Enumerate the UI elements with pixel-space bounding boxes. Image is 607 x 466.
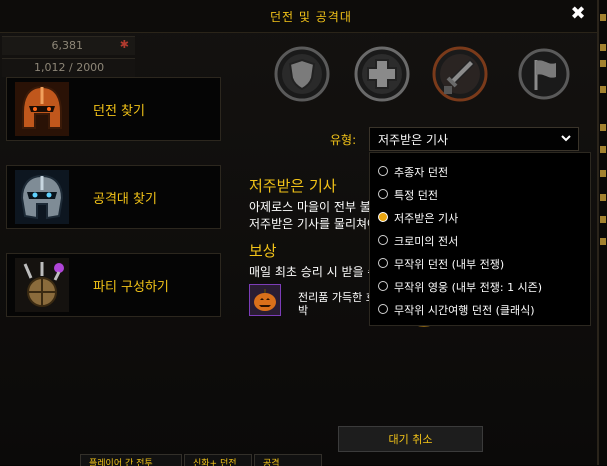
dropdown-option-label: 특정 던전 bbox=[394, 189, 438, 202]
dropdown-option[interactable]: 추종자 던전 bbox=[378, 162, 583, 182]
right-edge-panel bbox=[599, 0, 607, 465]
title-bar: 던전 및 공격대 ✖ bbox=[0, 0, 597, 33]
tab-pvp[interactable]: 플레이어 간 전투 bbox=[80, 454, 182, 466]
type-label: 유형: bbox=[330, 133, 357, 147]
dropdown-option[interactable]: 무작위 던전 (내부 전쟁) bbox=[378, 254, 583, 274]
dropdown-option[interactable]: 특정 던전 bbox=[378, 185, 583, 205]
healer-cross-icon[interactable] bbox=[354, 46, 410, 102]
currency-value: 6,381 bbox=[51, 39, 84, 52]
tab-mythic-plus[interactable]: 신화+ 던전 bbox=[184, 454, 252, 466]
dropdown-option[interactable]: 무작위 시간여행 던전 (클래식) bbox=[378, 300, 583, 320]
role-selector bbox=[272, 38, 572, 114]
dropdown-option[interactable]: 크로미의 전서 bbox=[378, 231, 583, 251]
radio-icon bbox=[378, 304, 388, 314]
leave-queue-button[interactable]: 대기 취소 bbox=[338, 426, 483, 452]
radio-icon bbox=[378, 189, 388, 199]
currency-bar: 6,381 ✱ bbox=[2, 36, 135, 55]
lfg-window: 던전 및 공격대 ✖ 6,381 ✱ 1,012 / 2000 던전 찾기 공격… bbox=[0, 0, 599, 466]
sidebar-item-label: 파티 구성하기 bbox=[93, 280, 169, 295]
window-title: 던전 및 공격대 bbox=[270, 10, 352, 24]
tank-shield-icon[interactable] bbox=[274, 46, 330, 102]
dropdown-option-label: 무작위 던전 (내부 전쟁) bbox=[394, 258, 505, 271]
sidebar-item-raid-finder[interactable]: 공격대 찾기 bbox=[6, 165, 221, 229]
dropdown-option-label: 무작위 영웅 (내부 전쟁: 1 시즌) bbox=[394, 281, 543, 294]
type-dropdown-menu: 추종자 던전 특정 던전 저주받은 기사 크로미의 전서 무작위 던전 (내부 … bbox=[369, 152, 591, 326]
dropdown-option-label: 크로미의 전서 bbox=[394, 235, 459, 248]
party-group-icon bbox=[15, 258, 69, 312]
sidebar-item-label: 던전 찾기 bbox=[93, 104, 145, 119]
radio-icon bbox=[378, 258, 388, 268]
damage-sword-icon[interactable] bbox=[432, 46, 488, 102]
type-dropdown-value: 저주받은 기사 bbox=[378, 133, 449, 147]
dropdown-option[interactable]: 무작위 영웅 (내부 전쟁: 1 시즌) bbox=[378, 277, 583, 297]
sidebar-item-premade-groups[interactable]: 파티 구성하기 bbox=[6, 253, 221, 317]
radio-selected-icon bbox=[378, 212, 388, 222]
leave-queue-label: 대기 취소 bbox=[388, 433, 433, 446]
radio-icon bbox=[378, 281, 388, 291]
radio-icon bbox=[378, 235, 388, 245]
sidebar-item-label: 공격대 찾기 bbox=[93, 192, 157, 207]
radio-icon bbox=[378, 166, 388, 176]
progress-value: 1,012 / 2000 bbox=[34, 61, 105, 74]
dropdown-option-label: 무작위 시간여행 던전 (클래식) bbox=[394, 304, 535, 317]
dropdown-option-label: 추종자 던전 bbox=[394, 166, 449, 179]
close-button[interactable]: ✖ bbox=[568, 4, 588, 24]
dungeon-title: 저주받은 기사 bbox=[249, 177, 337, 195]
dropdown-option-selected[interactable]: 저주받은 기사 bbox=[378, 208, 583, 228]
pumpkin-icon[interactable] bbox=[249, 284, 281, 316]
progress-bar: 1,012 / 2000 bbox=[2, 58, 135, 77]
tab-raid[interactable]: 공격 bbox=[254, 454, 322, 466]
raid-helmet-icon bbox=[15, 170, 69, 224]
sidebar-item-dungeon-finder[interactable]: 던전 찾기 bbox=[6, 77, 221, 141]
dropdown-option-label: 저주받은 기사 bbox=[394, 212, 459, 225]
leader-flag-icon[interactable] bbox=[516, 46, 572, 102]
dungeon-helmet-icon bbox=[15, 82, 69, 136]
chevron-down-icon bbox=[561, 135, 571, 142]
reward-title: 보상 bbox=[249, 242, 277, 260]
type-dropdown[interactable]: 저주받은 기사 bbox=[369, 127, 579, 151]
currency-icon: ✱ bbox=[119, 38, 129, 51]
